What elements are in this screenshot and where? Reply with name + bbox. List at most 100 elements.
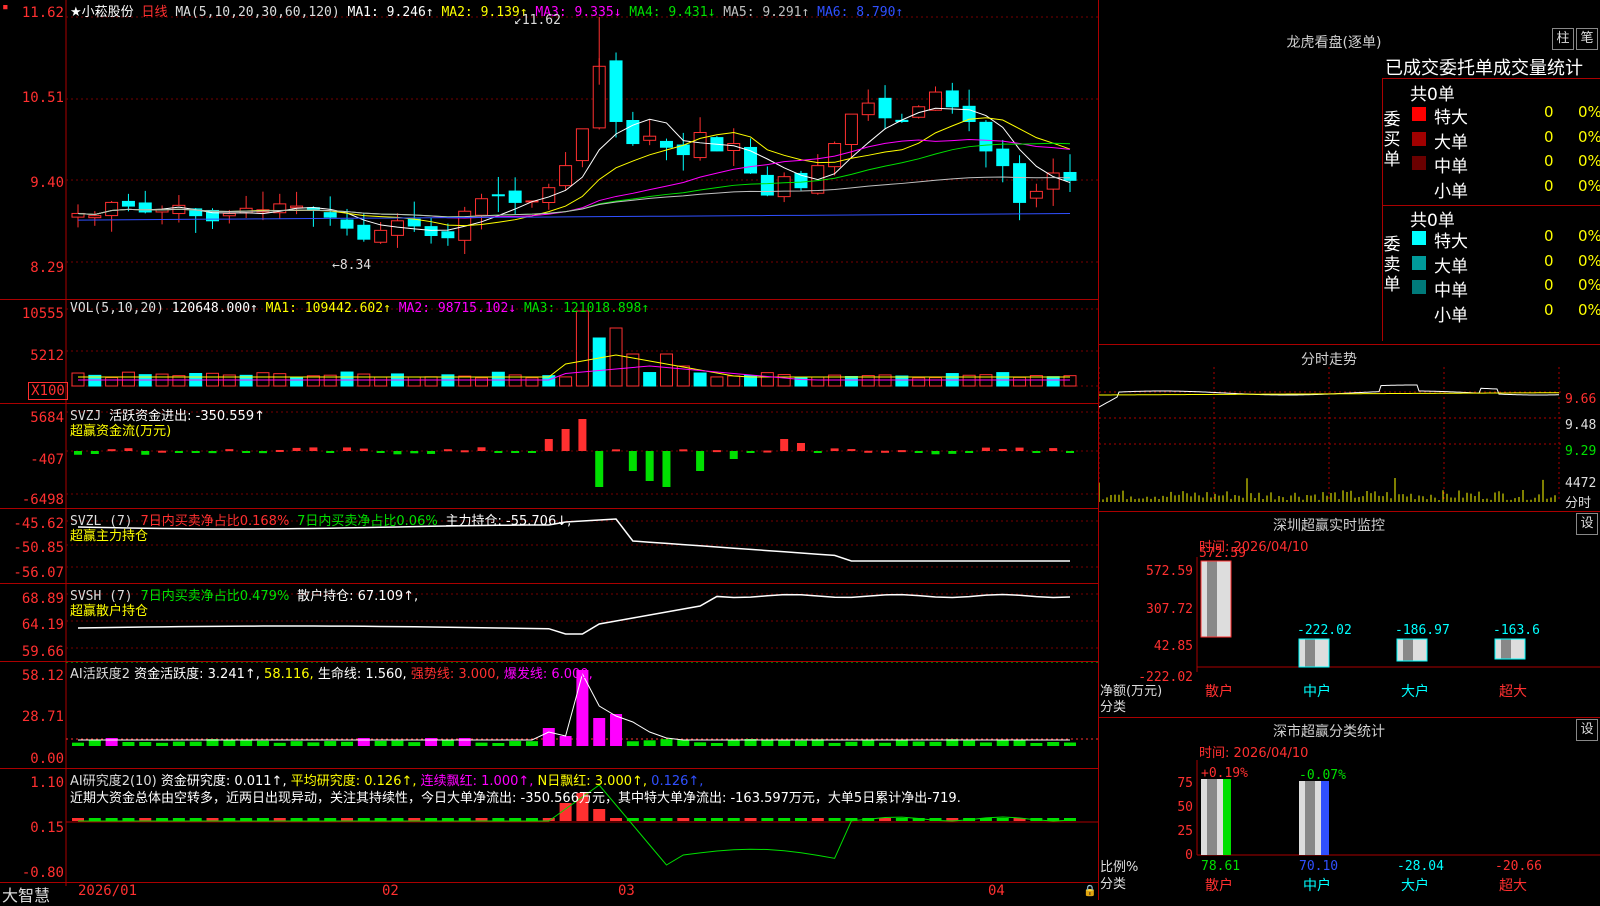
high-marker: ↙11.62 bbox=[514, 13, 561, 28]
flow-bar bbox=[965, 451, 974, 453]
activity-bar bbox=[593, 718, 606, 746]
szm-xlabel: 分类 bbox=[1100, 700, 1127, 715]
vol-bar bbox=[1046, 376, 1060, 387]
vol-panel[interactable]: VOL(5,10,20) 120648.000↑ MA1: 109442.602… bbox=[0, 300, 1098, 404]
period-label[interactable]: 日线 bbox=[141, 5, 167, 20]
vol-bar bbox=[928, 377, 942, 387]
candle bbox=[222, 212, 236, 217]
order-percent: 0% bbox=[1578, 176, 1600, 195]
vol-bar bbox=[693, 372, 707, 387]
bar-view-button[interactable]: 柱 bbox=[1552, 28, 1574, 50]
ma6-value: MA6: 8.790↑ bbox=[817, 5, 904, 20]
candle bbox=[121, 200, 135, 207]
activity-bar bbox=[778, 739, 791, 746]
vol-bar bbox=[121, 371, 135, 387]
intraday-chart[interactable] bbox=[1099, 345, 1600, 512]
flow-bar bbox=[696, 451, 705, 471]
szm-tick-0: 572.59 bbox=[1146, 564, 1193, 579]
value-bar-shade bbox=[1207, 779, 1217, 855]
activity-bar bbox=[240, 740, 253, 746]
vol-bar bbox=[811, 376, 825, 387]
research-bar bbox=[761, 818, 774, 821]
research-bar bbox=[828, 818, 841, 821]
flow-bar bbox=[174, 451, 183, 453]
ai-research-panel[interactable]: AI研究度2(10) 资金研究度: 0.011↑, 平均研究度: 0.126↑,… bbox=[0, 769, 1098, 886]
flow-bar bbox=[746, 451, 755, 453]
ma4-value: MA4: 9.431↓ bbox=[629, 5, 716, 20]
candle bbox=[1046, 172, 1060, 190]
value-bar-shade bbox=[1403, 639, 1413, 661]
vol-bar bbox=[777, 374, 791, 387]
order-count: 0 bbox=[1544, 176, 1554, 195]
order-percent: 0% bbox=[1578, 251, 1600, 270]
flow-bar bbox=[780, 439, 789, 451]
research-bar bbox=[643, 818, 656, 821]
ai-activity-panel[interactable]: AI活跃度2 资金活跃度: 3.241↑, 58.116, 生命线: 1.560… bbox=[0, 662, 1098, 769]
ai1-tick-0: 58.12 bbox=[21, 668, 64, 684]
high-value: 11.62 bbox=[521, 13, 561, 28]
activity-bar bbox=[122, 742, 135, 746]
flow-bar bbox=[326, 451, 335, 453]
category-label: 超大 bbox=[1499, 684, 1527, 700]
flow-bar bbox=[712, 450, 721, 453]
vol-bar bbox=[458, 375, 472, 387]
intraday-vol-top: 4472 bbox=[1565, 476, 1597, 491]
activity-bar bbox=[643, 740, 656, 746]
svzl-panel[interactable]: SVZL (7) 7日内买卖净占比0.168% 7日内买卖净占比0.06% 主力… bbox=[0, 509, 1098, 584]
value-label: -28.04 bbox=[1397, 859, 1444, 874]
vol-bar bbox=[1013, 376, 1027, 387]
stock-name[interactable]: ★小菘股份 bbox=[70, 5, 134, 20]
sz-monitor-panel[interactable]: 深圳超赢实时监控 设 时间: 2026/04/10 572.59 散户 -222.0… bbox=[1099, 512, 1600, 718]
buy-total: 共0单 bbox=[1410, 85, 1455, 105]
activity-bar bbox=[845, 741, 858, 746]
value-bar-edge bbox=[1223, 779, 1231, 855]
research-bar bbox=[694, 818, 707, 821]
buy-side-label: 委买单 bbox=[1383, 110, 1401, 170]
flow-bar bbox=[981, 447, 990, 451]
svsh-sub: 超赢散户持仓 bbox=[70, 604, 149, 619]
svsh-panel[interactable]: SVSH (7) 7日内买卖净占比0.479% 散户持仓: 67.109↑, 超… bbox=[0, 584, 1098, 662]
kline-panel[interactable]: ★小菘股份 日线 MA(5,10,20,30,60,120) MA1: 9.24… bbox=[0, 0, 1098, 300]
order-row: 中单 0 0% bbox=[1408, 276, 1600, 301]
x-label-0: 2026/01 bbox=[78, 883, 138, 899]
svzl-a: 7日内买卖净占比0.168% bbox=[140, 514, 290, 529]
flow-bar bbox=[90, 451, 99, 454]
candle bbox=[659, 140, 673, 148]
flow-bar bbox=[1032, 451, 1041, 453]
sz-class-panel[interactable]: 深市超赢分类统计 设 时间: 2026/04/10 +0.19% 78.61 散户 -… bbox=[1099, 718, 1600, 900]
szc-tick-0: 75 bbox=[1177, 776, 1193, 791]
flow-bar bbox=[527, 451, 536, 453]
vol-bar bbox=[996, 372, 1010, 387]
research-bar bbox=[727, 818, 740, 821]
ai1-d: 强势线: 3.000, bbox=[410, 667, 500, 682]
intraday-vol-label: 分时 bbox=[1565, 496, 1592, 511]
activity-bar bbox=[425, 738, 438, 746]
svzl-tick-0: -45.62 bbox=[13, 516, 64, 532]
research-bar bbox=[610, 818, 623, 821]
order-row: 中单 0 0% bbox=[1408, 152, 1600, 177]
flow-bar bbox=[427, 451, 436, 454]
low-value: 8.34 bbox=[339, 258, 372, 273]
candle bbox=[441, 231, 455, 239]
vol-bar bbox=[609, 327, 623, 387]
svzj-panel[interactable]: SVZJ 活跃资金进出: -350.559↑ 超赢资金流(万元) 5684 -4… bbox=[0, 404, 1098, 509]
tick-view-button[interactable]: 笔 bbox=[1576, 28, 1598, 50]
svsh-b: 散户持仓: 67.109↑, bbox=[297, 589, 419, 604]
order-type: 大单 bbox=[1434, 132, 1468, 153]
category-label: 散户 bbox=[1205, 877, 1233, 894]
ma-params: MA(5,10,20,30,60,120) bbox=[175, 5, 340, 20]
ai1-label: AI活跃度2 bbox=[70, 667, 130, 682]
lock-icon[interactable]: 🔒 bbox=[1083, 884, 1097, 897]
flow-bar bbox=[847, 449, 856, 452]
ai2-tick-0: 1.10 bbox=[30, 775, 64, 791]
activity-bar bbox=[1047, 742, 1060, 746]
order-count: 0 bbox=[1544, 127, 1554, 146]
order-count: 0 bbox=[1544, 251, 1554, 270]
vol-bar bbox=[407, 376, 421, 387]
kline-chart[interactable] bbox=[0, 0, 1098, 300]
activity-bar bbox=[391, 740, 404, 746]
activity-bar bbox=[1064, 742, 1076, 746]
dragon-subtitle: 已成交委托单成交量统计 bbox=[1385, 58, 1583, 79]
value-label: 78.61 bbox=[1201, 859, 1240, 874]
intraday-panel[interactable]: 分时走势 9.66 9.48 9.29 4472 分时 bbox=[1099, 345, 1600, 512]
